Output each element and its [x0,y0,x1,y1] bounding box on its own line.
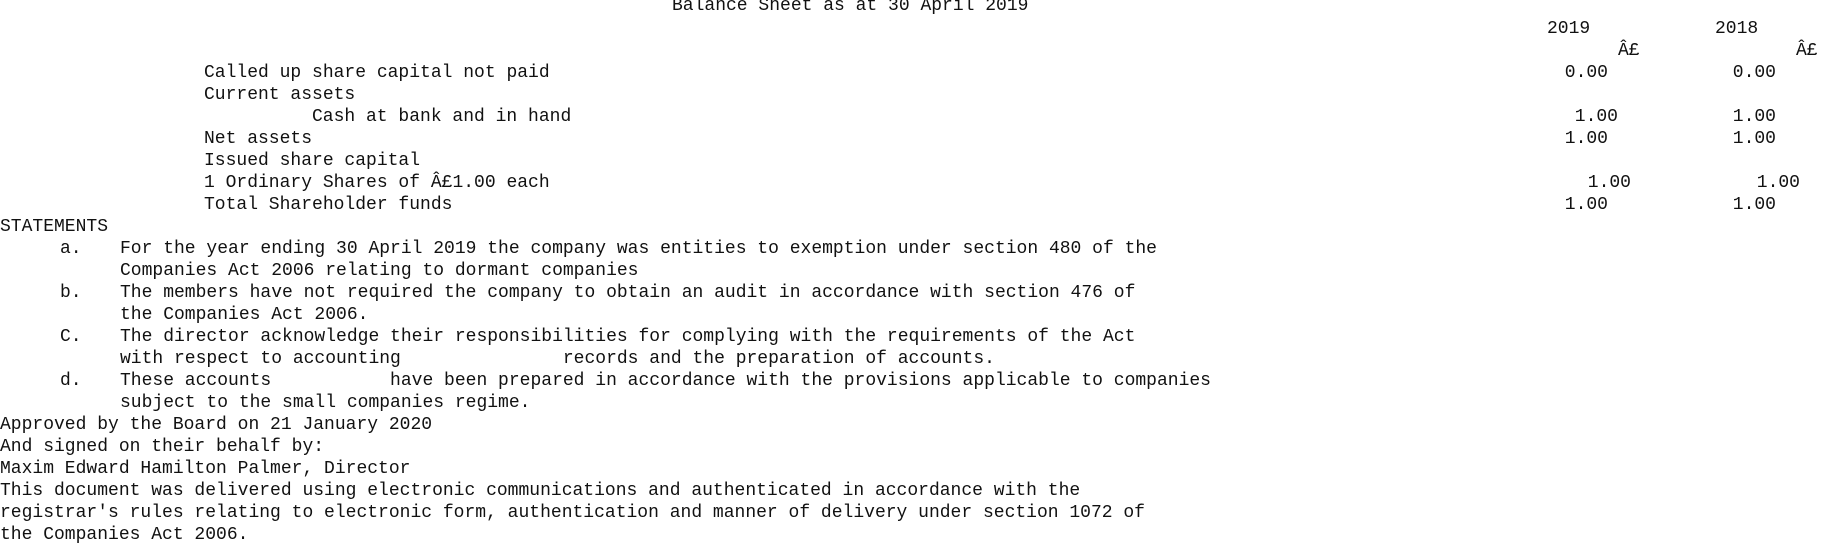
row-label: Net assets [204,129,313,149]
row-value-2018: 1.00 [1732,129,1776,149]
statement-line: For the year ending 30 April 2019 the co… [120,239,1157,259]
statement-marker: d. [60,371,82,391]
approval-date: Approved by the Board on 21 January 2020 [0,415,433,435]
row-value-2018: 1.00 [1756,173,1800,193]
row-value-2018: 1.00 [1732,195,1776,215]
statement-line: Companies Act 2006 relating to dormant c… [120,261,639,281]
year-2018-header: 2018 [1715,19,1759,39]
row-label: Called up share capital not paid [204,63,550,83]
row-value-2019: 0.00 [1564,63,1608,83]
statement-line: with respect to accounting records and t… [120,349,995,369]
page-title: Balance Sheet as at 30 April 2019 [672,0,1029,16]
row-value-2019: 1.00 [1564,195,1608,215]
footer-line: This document was delivered using electr… [0,481,1081,501]
signed-on-behalf: And signed on their behalf by: [0,437,325,457]
row-label: Issued share capital [204,151,421,171]
row-value-2018: 0.00 [1732,63,1776,83]
director-name: Maxim Edward Hamilton Palmer, Director [0,459,411,479]
row-value-2019: 1.00 [1574,107,1618,127]
currency-2019-header: Â£ [1618,41,1640,61]
row-value-2019: 1.00 [1564,129,1608,149]
row-value-2018: 1.00 [1732,107,1776,127]
year-2019-header: 2019 [1547,19,1591,39]
row-label: Total Shareholder funds [204,195,453,215]
row-label: Cash at bank and in hand [312,107,572,127]
statement-marker: b. [60,283,82,303]
currency-2018-header: Â£ [1796,41,1818,61]
row-value-2019: 1.00 [1587,173,1631,193]
statement-line: The director acknowledge their responsib… [120,327,1136,347]
statements-heading: STATEMENTS [0,217,109,237]
statement-line: the Companies Act 2006. [120,305,369,325]
statement-line: The members have not required the compan… [120,283,1136,303]
footer-line: the Companies Act 2006. [0,525,249,545]
statement-marker: a. [60,239,82,259]
statement-line: These accounts have been prepared in acc… [120,371,1211,391]
footer-line: registrar's rules relating to electronic… [0,503,1145,523]
statement-line: subject to the small companies regime. [120,393,531,413]
row-label: Current assets [204,85,356,105]
statement-marker: C. [60,327,82,347]
row-label: 1 Ordinary Shares of Â£1.00 each [204,173,550,193]
